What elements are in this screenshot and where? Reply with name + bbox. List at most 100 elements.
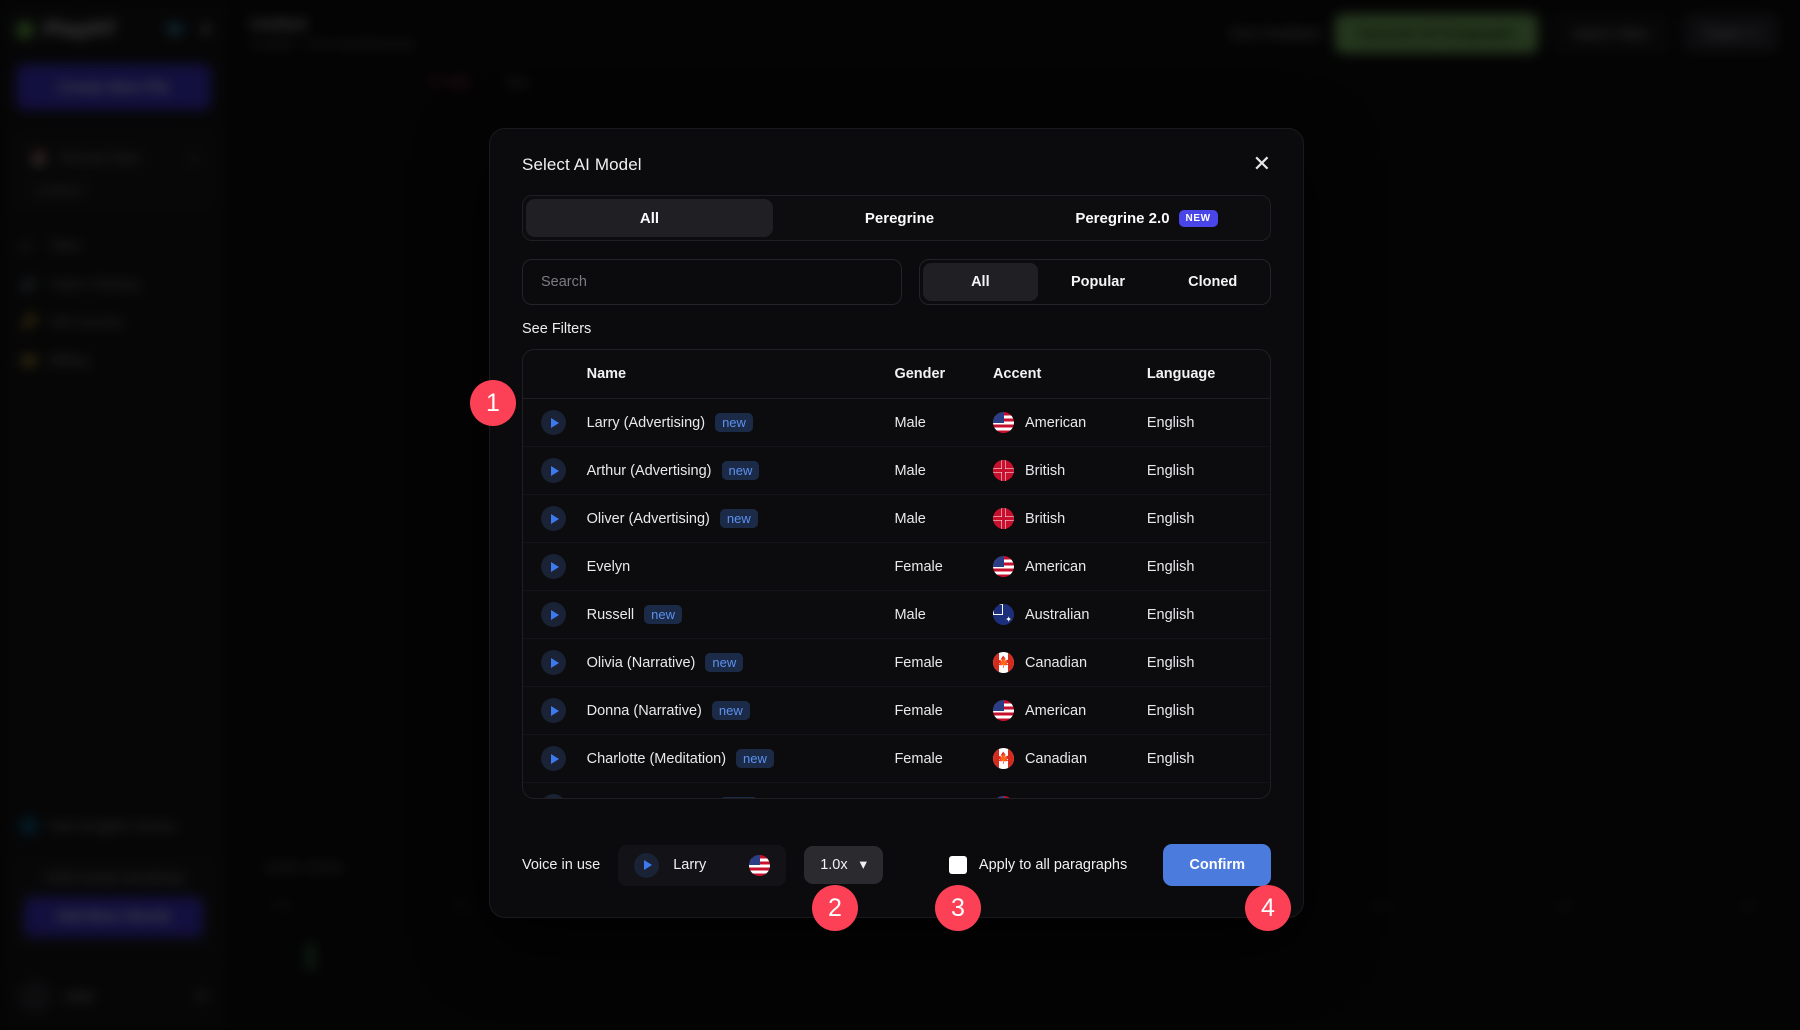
cell-play[interactable] — [523, 782, 587, 798]
chevron-down-icon: ▾ — [859, 857, 867, 873]
cell-play[interactable] — [523, 398, 587, 447]
step-marker-4: 4 — [1245, 885, 1291, 931]
column-header-gender[interactable]: Gender — [894, 350, 993, 399]
voice-table-wrapper[interactable]: Name Gender Accent Language Larry (Adver… — [522, 349, 1271, 799]
speed-selector[interactable]: 1.0x ▾ — [804, 846, 883, 884]
play-icon[interactable] — [634, 852, 660, 878]
category-tab-all[interactable]: All — [923, 263, 1038, 301]
table-row[interactable]: Arthur (Advertising) new Male British Englis… — [523, 446, 1270, 495]
play-icon[interactable] — [541, 410, 566, 435]
cell-name[interactable]: Russell new — [586, 590, 895, 639]
cell-name[interactable]: Olivia (Narrative) new — [586, 638, 895, 687]
play-icon[interactable] — [541, 458, 566, 483]
confirm-button[interactable]: Confirm — [1163, 844, 1271, 886]
ca-flag-icon: 🍁 — [992, 748, 1014, 769]
column-header-name[interactable]: Name — [586, 350, 895, 399]
table-row[interactable]: Larry (Advertising) new Male American Englis… — [523, 398, 1270, 447]
table-row[interactable]: Oliver (Advertising) new Male British Englis… — [523, 494, 1270, 543]
cell-name[interactable]: Larry (Advertising) new — [586, 398, 895, 447]
cell-name[interactable]: Donna (Meditation) new — [586, 782, 895, 798]
apply-to-all-wrapper[interactable]: Apply to all paragraphs — [948, 856, 1127, 874]
us-flag-icon — [749, 854, 771, 876]
play-icon[interactable] — [541, 602, 566, 627]
cell-language: English — [1146, 782, 1270, 798]
gb-flag-icon — [992, 508, 1014, 529]
cell-name[interactable]: Donna (Narrative) new — [586, 686, 895, 735]
new-tag: new — [715, 413, 753, 432]
voice-name: Donna (Narrative) — [586, 702, 702, 719]
cell-gender: Female — [894, 782, 993, 798]
cell-play[interactable] — [523, 734, 587, 783]
ca-flag-icon: 🍁 — [992, 652, 1014, 673]
column-header-accent[interactable]: Accent — [992, 350, 1147, 399]
table-row[interactable]: Olivia (Narrative) new Female 🍁 Canadian Engl… — [523, 638, 1270, 687]
search-input[interactable] — [541, 274, 883, 290]
modal-title: Select AI Model — [522, 155, 642, 174]
play-icon[interactable] — [541, 554, 566, 579]
table-header-row: Name Gender Accent Language — [523, 350, 1270, 399]
category-tab-popular[interactable]: Popular — [1041, 260, 1156, 304]
voice-in-use-chip[interactable]: Larry — [618, 844, 787, 886]
cell-play[interactable] — [523, 446, 587, 495]
play-icon[interactable] — [541, 650, 566, 675]
close-icon[interactable]: ✕ — [1253, 153, 1271, 175]
category-tab-label: Cloned — [1188, 274, 1238, 290]
cell-name[interactable]: Charlotte (Meditation) new — [586, 734, 895, 783]
accent-label: American — [1025, 799, 1086, 800]
accent-label: American — [1024, 702, 1087, 719]
accent-label: British — [1024, 462, 1066, 479]
cell-gender: Female — [894, 638, 993, 687]
cell-name[interactable]: Oliver (Advertising) new — [586, 494, 895, 543]
play-icon[interactable] — [541, 794, 566, 798]
play-icon[interactable] — [541, 698, 566, 723]
table-row[interactable]: Donna (Meditation) new Female American Engli… — [523, 782, 1270, 800]
category-tab-cloned[interactable]: Cloned — [1155, 260, 1270, 304]
voice-name: Larry (Advertising) — [586, 414, 706, 431]
model-tab-peregrine-2[interactable]: Peregrine 2.0 NEW — [1023, 196, 1270, 240]
search-box[interactable] — [522, 259, 902, 305]
cell-gender: Male — [894, 398, 993, 447]
play-icon[interactable] — [541, 746, 566, 771]
voice-name: Charlotte (Meditation) — [586, 750, 727, 767]
cell-accent: 🍁 Canadian — [992, 734, 1147, 783]
filter-row: All Popular Cloned — [522, 259, 1271, 305]
voice-name: Evelyn — [586, 558, 631, 575]
model-tab-peregrine[interactable]: Peregrine — [776, 196, 1023, 240]
table-row[interactable]: Evelyn Female American English — [523, 542, 1270, 591]
cell-gender: Male — [894, 494, 993, 543]
new-tag: new — [719, 509, 758, 528]
cell-language: English — [1146, 446, 1270, 495]
cell-play[interactable] — [523, 494, 587, 543]
voice-name: Olivia (Narrative) — [586, 654, 696, 671]
model-tab-label: Peregrine 2.0 — [1075, 209, 1170, 227]
us-flag-icon — [992, 796, 1014, 798]
table-row[interactable]: Charlotte (Meditation) new Female 🍁 Canadian… — [523, 734, 1270, 783]
table-row[interactable]: Russell new Male Australian English — [523, 590, 1270, 639]
cell-accent: British — [992, 446, 1147, 495]
cell-play[interactable] — [523, 542, 587, 591]
table-row[interactable]: Donna (Narrative) new Female American Englis… — [523, 686, 1270, 735]
cell-play[interactable] — [523, 638, 587, 687]
cell-play[interactable] — [523, 686, 587, 735]
cell-play[interactable] — [523, 590, 587, 639]
accent-label: British — [1024, 510, 1066, 527]
modal-header: Select AI Model ✕ — [522, 153, 1271, 175]
cell-name[interactable]: Arthur (Advertising) new — [586, 446, 895, 495]
cell-language: English — [1146, 590, 1270, 639]
see-filters-link[interactable]: See Filters — [522, 321, 1271, 337]
column-header-language[interactable]: Language — [1146, 350, 1270, 399]
accent-label: Canadian — [1024, 750, 1088, 767]
cell-accent: 🍁 Canadian — [992, 638, 1147, 687]
model-tab-all[interactable]: All — [526, 199, 773, 237]
accent-label: Canadian — [1024, 654, 1088, 671]
apply-to-all-checkbox[interactable] — [948, 856, 967, 874]
cell-name[interactable]: Evelyn — [586, 542, 895, 591]
voice-name: Arthur (Advertising) — [586, 462, 712, 479]
new-badge: NEW — [1178, 209, 1218, 227]
voice-table-head: Name Gender Accent Language — [523, 350, 1270, 399]
speed-value: 1.0x — [820, 857, 848, 873]
cell-accent: American — [992, 398, 1147, 447]
cell-accent: British — [992, 494, 1147, 543]
play-icon[interactable] — [541, 506, 566, 531]
step-marker-1: 1 — [470, 380, 516, 426]
